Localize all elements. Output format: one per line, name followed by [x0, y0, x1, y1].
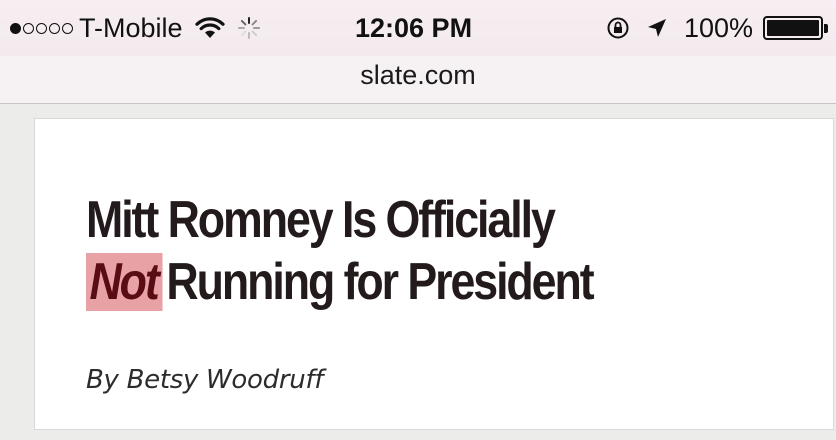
status-bar: T-Mobile 12:06 PM 100%	[0, 0, 836, 56]
headline-line-1: Mitt Romney Is Officially	[86, 191, 556, 249]
article-headline[interactable]: Mitt Romney Is Officially Not Running for…	[86, 189, 595, 313]
activity-spinner-icon	[237, 16, 261, 40]
headline-line-2: Not Running for President	[86, 251, 595, 313]
address-bar[interactable]: slate.com	[0, 56, 836, 104]
url-text[interactable]: slate.com	[0, 60, 836, 91]
orientation-lock-icon	[606, 16, 630, 40]
battery-fill	[767, 20, 819, 36]
battery-icon	[763, 16, 828, 40]
article-card: Mitt Romney Is Officially Not Running for…	[34, 118, 834, 430]
web-page: Mitt Romney Is Officially Not Running for…	[0, 104, 836, 440]
status-bar-right: 100%	[606, 8, 828, 48]
carrier-name: T-Mobile	[79, 12, 183, 43]
battery-percent: 100%	[683, 12, 753, 43]
headline-line-2-rest: Running for President	[166, 253, 594, 311]
location-arrow-icon	[646, 17, 668, 39]
signal-dots-icon	[10, 22, 73, 34]
wifi-icon	[194, 16, 225, 40]
headline-emphasis: Not	[86, 253, 163, 311]
status-bar-left: T-Mobile	[10, 8, 261, 48]
clock-time: 12:06 PM	[355, 12, 473, 43]
article-byline[interactable]: By Betsy Woodruff	[86, 365, 323, 395]
